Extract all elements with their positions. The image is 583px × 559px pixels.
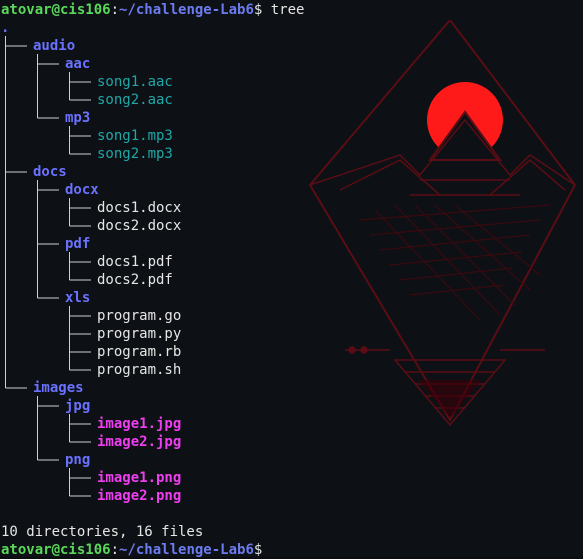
- command-text: tree: [270, 2, 305, 18]
- tree-file-program-py: program.py: [97, 326, 182, 342]
- prompt-path: ~/challenge-Lab6: [119, 542, 254, 558]
- prompt-path: ~/challenge-Lab6: [119, 2, 254, 18]
- tree-file-image1-png: image1.png: [97, 470, 182, 486]
- tree-file-program-rb: program.rb: [97, 344, 182, 360]
- tree-file-image1-jpg: image1.jpg: [97, 416, 182, 432]
- tree-file-docs1-pdf: docs1.pdf: [97, 254, 173, 270]
- tree-summary: 10 directories, 16 files: [1, 524, 204, 540]
- prompt-separator: :: [110, 542, 120, 558]
- tree-dir-jpg: jpg: [65, 398, 91, 414]
- tree-file-docs2-pdf: docs2.pdf: [97, 272, 173, 288]
- prompt-symbol: $: [253, 542, 271, 558]
- prompt-symbol: $: [253, 2, 271, 18]
- tree-dir-docx: docx: [65, 182, 99, 198]
- tree-root: .: [1, 20, 10, 36]
- tree-file-song1-aac: song1.aac: [97, 74, 173, 90]
- prompt-line: atovar@cis106:~/challenge-Lab6$ tree: [1, 1, 304, 19]
- tree-file-image2-jpg: image2.jpg: [97, 434, 182, 450]
- tree-file-program-sh: program.sh: [97, 362, 182, 378]
- tree-file-song2-aac: song2.aac: [97, 92, 173, 108]
- tree-file-program-go: program.go: [97, 308, 182, 324]
- terminal-window[interactable]: atovar@cis106:~/challenge-Lab6$ tree . a…: [0, 0, 583, 559]
- tree-file-docs2-docx: docs2.docx: [97, 218, 182, 234]
- tree-file-song1-mp3: song1.mp3: [97, 128, 173, 144]
- prompt-user-host: atovar@cis106: [1, 2, 111, 18]
- prompt-line-current[interactable]: atovar@cis106:~/challenge-Lab6$: [1, 541, 271, 559]
- terminal-output: atovar@cis106:~/challenge-Lab6$ tree . a…: [1, 0, 583, 559]
- tree-dir-png: png: [65, 452, 91, 468]
- tree-dir-pdf: pdf: [65, 236, 91, 252]
- tree-dir-docs: docs: [33, 164, 67, 180]
- tree-dir-xls: xls: [65, 290, 91, 306]
- tree-dir-images: images: [33, 380, 84, 396]
- prompt-separator: :: [110, 2, 120, 18]
- prompt-user-host: atovar@cis106: [1, 542, 111, 558]
- tree-dir-aac: aac: [65, 56, 91, 72]
- tree-dir-mp3: mp3: [65, 110, 91, 126]
- tree-file-song2-mp3: song2.mp3: [97, 146, 173, 162]
- tree-file-image2-png: image2.png: [97, 488, 182, 504]
- tree-file-docs1-docx: docs1.docx: [97, 200, 182, 216]
- tree-dir-audio: audio: [33, 38, 76, 54]
